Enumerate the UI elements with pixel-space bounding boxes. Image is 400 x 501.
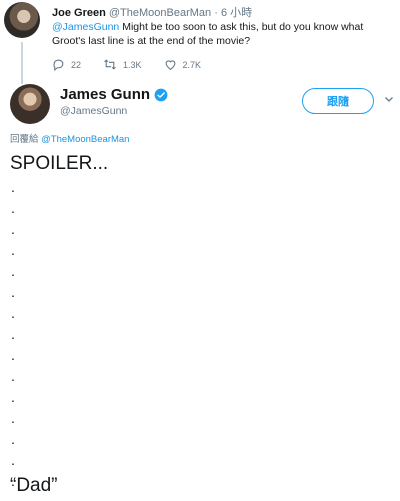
replying-to-mention[interactable]: @TheMoonBearMan bbox=[41, 134, 129, 145]
retweet-count: 1.3K bbox=[123, 59, 142, 70]
retweet-icon bbox=[104, 59, 116, 70]
verified-badge-icon bbox=[154, 88, 168, 101]
tweet-dot: . bbox=[11, 305, 15, 321]
tweet-dot: . bbox=[11, 410, 15, 426]
tweet-dot: . bbox=[11, 221, 15, 237]
parent-tweet-header: Joe Green @TheMoonBearMan · 6 小時 bbox=[52, 4, 252, 20]
parent-tweet[interactable]: Joe Green @TheMoonBearMan · 6 小時 @JamesG… bbox=[0, 0, 400, 84]
replying-to-label: 回覆給 bbox=[10, 134, 42, 145]
tweet-final-line: “Dad” bbox=[10, 475, 58, 496]
follow-button[interactable]: 跟隨 bbox=[302, 88, 374, 114]
reply-icon bbox=[53, 59, 64, 71]
tweet-dot: . bbox=[11, 452, 15, 468]
author-avatar[interactable] bbox=[10, 84, 50, 124]
chevron-down-icon[interactable] bbox=[383, 93, 395, 105]
reply-count: 22 bbox=[71, 59, 82, 70]
tweet-dot: . bbox=[11, 368, 15, 384]
tweet-dot: . bbox=[11, 200, 15, 216]
parent-tweet-mention[interactable]: @JamesGunn bbox=[52, 21, 119, 33]
parent-tweet-avatar[interactable] bbox=[4, 2, 40, 38]
tweet-body: SPOILER... . . . . . . . . . . . . . . . bbox=[10, 152, 390, 495]
parent-tweet-author-name[interactable]: Joe Green bbox=[52, 7, 106, 19]
parent-tweet-author-handle[interactable]: @TheMoonBearMan bbox=[109, 7, 211, 19]
tweet-dot: . bbox=[11, 347, 15, 363]
tweet-dot: . bbox=[11, 284, 15, 300]
like-count: 2.7K bbox=[182, 59, 202, 70]
reply-button[interactable]: 22 bbox=[52, 58, 81, 71]
author-name[interactable]: James Gunn bbox=[60, 86, 150, 103]
tweet-dot: . bbox=[11, 326, 15, 342]
parent-tweet-actions: 22 1.3K 2.7K bbox=[52, 58, 223, 71]
tweet-dot: . bbox=[11, 263, 15, 279]
thread-connector bbox=[21, 42, 23, 84]
heart-icon bbox=[165, 60, 175, 71]
tweet-dot: . bbox=[11, 242, 15, 258]
header-separator: · bbox=[214, 7, 218, 19]
retweet-button[interactable]: 1.3K bbox=[103, 58, 142, 71]
like-button[interactable]: 2.7K bbox=[164, 58, 202, 71]
tweet-dot: . bbox=[11, 473, 15, 489]
author-handle[interactable]: @JamesGunn bbox=[60, 105, 127, 117]
tweet-dot: . bbox=[11, 389, 15, 405]
replying-to: 回覆給 @TheMoonBearMan bbox=[10, 131, 129, 145]
tweet-dot: . bbox=[11, 431, 15, 447]
author-name-row[interactable]: James Gunn bbox=[60, 86, 168, 103]
parent-tweet-timestamp[interactable]: 6 小時 bbox=[221, 7, 252, 19]
tweet-dot: . bbox=[11, 179, 15, 195]
tweet-dots: . . . . . . . . . . . . . . . bbox=[10, 180, 390, 495]
tweet-author-row: James Gunn @JamesGunn 跟隨 bbox=[0, 84, 400, 132]
tweet-spoiler-line: SPOILER... bbox=[10, 153, 109, 174]
parent-tweet-text: @JamesGunn Might be too soon to ask this… bbox=[52, 20, 387, 48]
